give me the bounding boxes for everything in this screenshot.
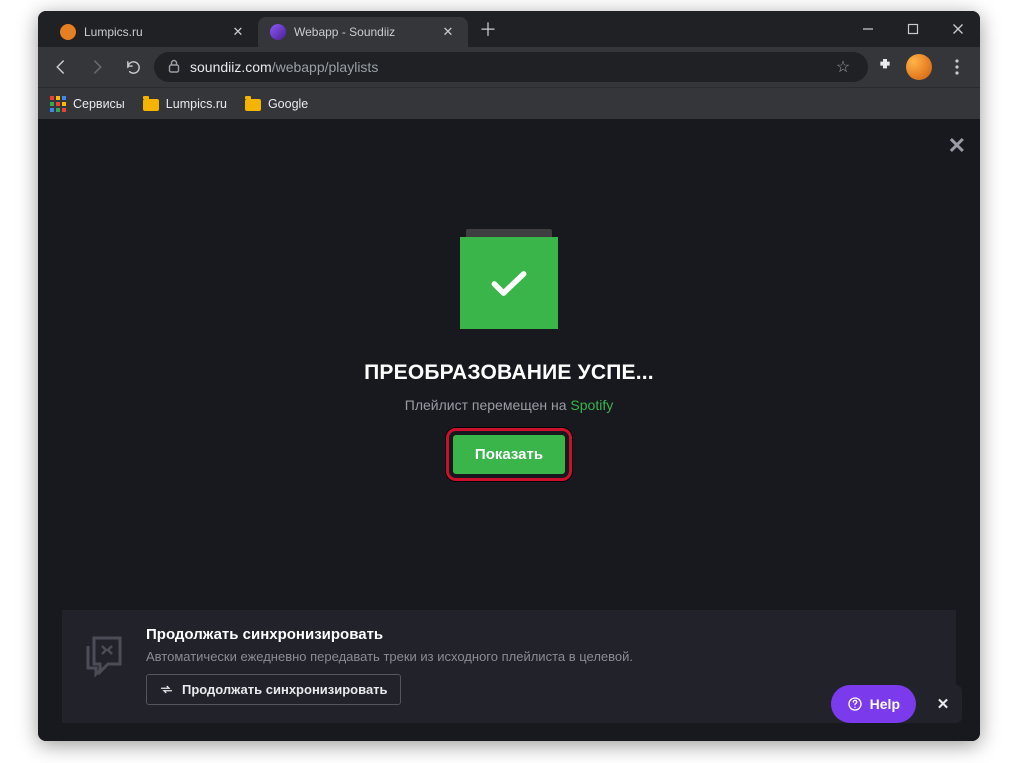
sync-button[interactable]: Продолжать синхронизировать [146, 674, 401, 705]
help-widget: Help ✕ [831, 685, 962, 723]
new-tab-button[interactable]: ＋ [474, 15, 502, 43]
tab-soundiiz[interactable]: Webapp - Soundiiz ✕ [258, 17, 468, 47]
help-close-button[interactable]: ✕ [924, 685, 962, 723]
window-controls [845, 11, 980, 47]
success-title: ПРЕОБРАЗОВАНИЕ УСПЕ... [364, 361, 654, 385]
address-bar[interactable]: soundiiz.com/webapp/playlists ☆ [154, 52, 868, 82]
success-subtitle: Плейлист перемещен на Spotify [405, 397, 613, 413]
show-button-wrap: Показать [453, 435, 565, 474]
success-panel: ПРЕОБРАЗОВАНИЕ УСПЕ... Плейлист перемеще… [38, 229, 980, 474]
service-name: Spotify [570, 397, 613, 413]
show-button[interactable]: Показать [453, 435, 565, 474]
checkmark-icon [460, 237, 558, 329]
folder-icon [245, 99, 261, 111]
close-icon[interactable]: ✕ [230, 24, 246, 40]
success-icon [460, 229, 558, 327]
bookmarks-bar: Сервисы Lumpics.ru Google [38, 87, 980, 119]
maximize-button[interactable] [890, 11, 935, 47]
sync-button-label: Продолжать синхронизировать [182, 682, 388, 697]
reload-button[interactable] [118, 52, 148, 82]
tab-title: Lumpics.ru [84, 25, 222, 39]
tab-title: Webapp - Soundiiz [294, 25, 432, 39]
close-modal-button[interactable]: ✕ [948, 133, 966, 159]
sync-body: Продолжать синхронизировать Автоматическ… [146, 626, 938, 705]
sync-description: Автоматически ежедневно передавать треки… [146, 649, 938, 664]
favicon-soundiiz [270, 24, 286, 40]
bookmark-services[interactable]: Сервисы [50, 96, 125, 112]
browser-window: Lumpics.ru ✕ Webapp - Soundiiz ✕ ＋ [38, 11, 980, 741]
toolbar: soundiiz.com/webapp/playlists ☆ [38, 47, 980, 87]
sync-icon [80, 632, 128, 680]
close-window-button[interactable] [935, 11, 980, 47]
bookmark-label: Google [268, 97, 308, 111]
favicon-lumpics [60, 24, 76, 40]
forward-button[interactable] [82, 52, 112, 82]
menu-button[interactable] [942, 52, 972, 82]
star-icon[interactable]: ☆ [832, 57, 854, 77]
help-button[interactable]: Help [831, 685, 916, 723]
bookmark-label: Lumpics.ru [166, 97, 227, 111]
apps-icon [50, 96, 66, 112]
titlebar: Lumpics.ru ✕ Webapp - Soundiiz ✕ ＋ [38, 11, 980, 47]
tab-strip: Lumpics.ru ✕ Webapp - Soundiiz ✕ ＋ [38, 11, 845, 47]
close-icon[interactable]: ✕ [440, 24, 456, 40]
help-label: Help [870, 696, 900, 712]
minimize-button[interactable] [845, 11, 890, 47]
sync-arrows-icon [159, 682, 174, 697]
bookmark-label: Сервисы [73, 97, 125, 111]
bookmark-lumpics[interactable]: Lumpics.ru [143, 96, 227, 111]
page-content: ✕ ПРЕОБРАЗОВАНИЕ УСПЕ... Плейлист переме… [38, 119, 980, 741]
url-text: soundiiz.com/webapp/playlists [190, 59, 822, 75]
profile-avatar[interactable] [906, 54, 932, 80]
back-button[interactable] [46, 52, 76, 82]
lock-icon [168, 59, 180, 76]
extensions-icon[interactable] [874, 57, 896, 78]
sync-panel: Продолжать синхронизировать Автоматическ… [62, 610, 956, 723]
sync-title: Продолжать синхронизировать [146, 626, 938, 643]
bookmark-google[interactable]: Google [245, 96, 308, 111]
help-icon [847, 696, 863, 712]
tab-lumpics[interactable]: Lumpics.ru ✕ [48, 17, 258, 47]
folder-icon [143, 99, 159, 111]
